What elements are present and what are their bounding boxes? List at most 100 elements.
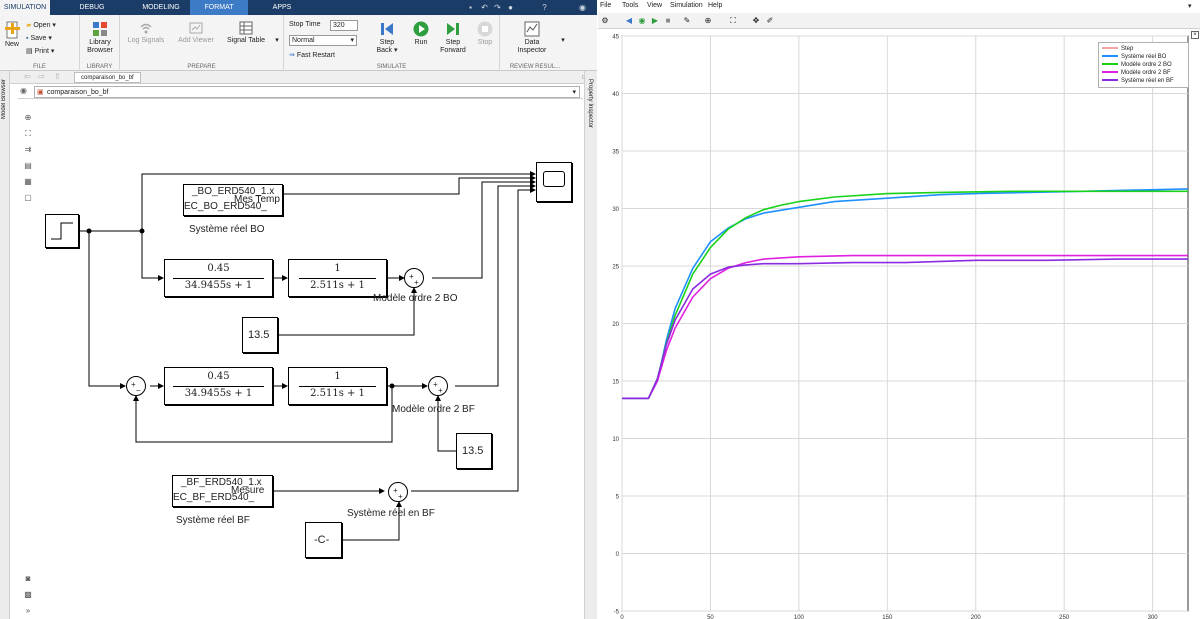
y-tick-label: 35 — [612, 150, 619, 156]
legend-label: Modèle ordre 2 BF — [1121, 70, 1171, 76]
legend-entry-modele-ordre-2-bf: Modèle ordre 2 BF — [1102, 69, 1185, 77]
step-forward-icon[interactable]: ▶ — [650, 16, 660, 26]
tf4-numerator: 1 — [334, 371, 341, 382]
from-file-bo-block[interactable]: _BO_ERD540_1.x EC_BO_ERD540_ Mes Temp — [183, 184, 283, 216]
constant-1-value: 13.5 — [248, 329, 270, 341]
x-tick-label: 300 — [1148, 615, 1159, 619]
block-diagram-lines — [79, 0, 597, 541]
menu-tools[interactable]: Tools — [622, 2, 638, 9]
from-file-bo-port-label: Mes Temp — [234, 194, 280, 205]
tf4-denominator: 2.511s + 1 — [310, 388, 365, 399]
tf4-fraction-bar — [299, 386, 376, 387]
y-tick-label: 20 — [612, 322, 619, 328]
close-legend-icon[interactable]: × — [1191, 31, 1199, 39]
style-icon[interactable]: ✐ — [765, 16, 775, 26]
transfer-fcn-bf-1[interactable]: 0.45 34.9455s + 1 — [164, 367, 273, 405]
legend-label: Système réel BO — [1121, 54, 1167, 60]
legend-label: Système réel en BF — [1121, 78, 1174, 84]
y-tick-label: 5 — [616, 495, 620, 501]
zoom-icon[interactable]: ⊕ — [703, 16, 713, 26]
highlight-icon[interactable]: ✎ — [682, 16, 692, 26]
transfer-fcn-bf-2[interactable]: 1 2.511s + 1 — [288, 367, 387, 405]
gain-constant-c-block[interactable]: -C- — [305, 522, 342, 558]
scope-icon — [543, 171, 565, 187]
legend-entry-systeme-reel-bo: Système réel BO — [1102, 53, 1185, 61]
step-icon — [51, 222, 73, 240]
scope-plot[interactable]: -50510152025303540450 50 100 150 200 250 300 — [598, 29, 1200, 619]
sum-bo-caption: Modèle ordre 2 BO — [373, 293, 458, 304]
plus-sign: + — [414, 278, 419, 287]
legend-swatch — [1102, 47, 1118, 50]
sum-bo[interactable]: + + — [404, 268, 424, 288]
transfer-fcn-bo-1[interactable]: 0.45 34.9455s + 1 — [164, 259, 273, 297]
tf1-denominator: 34.9455s + 1 — [184, 280, 253, 291]
cursor-icon[interactable]: ✥ — [751, 16, 761, 26]
constant-block-1[interactable]: 13.5 — [242, 317, 278, 353]
sum-feedback[interactable]: + − — [126, 376, 146, 396]
stop-icon[interactable]: ■ — [663, 16, 673, 26]
y-tick-label: 0 — [616, 552, 620, 558]
from-file-bo-caption: Système réel BO — [189, 224, 265, 235]
legend-swatch — [1102, 71, 1118, 74]
x-tick-label: 150 — [882, 615, 893, 619]
sum-real-bf-caption: Système réel en BF — [347, 508, 435, 519]
menu-simulation[interactable]: Simulation — [670, 2, 703, 9]
tf2-denominator: 2.511s + 1 — [310, 280, 365, 291]
collapse-icon[interactable]: ▾ — [1188, 2, 1192, 10]
scope-window: File Tools View Simulation Help ▾ ⚙ ◀ ◉ … — [598, 0, 1200, 619]
tf2-fraction-bar — [299, 278, 376, 279]
x-tick-label: 200 — [971, 615, 982, 619]
simulink-editor-window: SIMULATION DEBUG MODELING FORMAT APPS ▪ … — [0, 0, 597, 619]
menu-help[interactable]: Help — [708, 2, 722, 9]
legend-entry-systeme-reel-en-bf: Système réel en BF — [1102, 77, 1185, 85]
plus-sign: + — [393, 486, 398, 495]
scope-menu-bar: File Tools View Simulation Help ▾ — [598, 0, 1200, 13]
y-tick-label: 15 — [612, 380, 619, 386]
legend-swatch — [1102, 79, 1118, 82]
y-tick-label: 10 — [612, 437, 619, 443]
y-tick-label: 45 — [612, 35, 619, 41]
from-file-bf-caption: Système réel BF — [176, 515, 250, 526]
y-tick-label: 25 — [612, 265, 619, 271]
plus-sign: + — [398, 492, 403, 501]
tf3-denominator: 34.9455s + 1 — [184, 388, 253, 399]
run-icon[interactable]: ◉ — [637, 16, 647, 26]
scope-toolbar: ⚙ ◀ ◉ ▶ ■ ✎ ⊕ ⛶ ✥ ✐ — [598, 13, 1200, 29]
legend-swatch — [1102, 63, 1118, 66]
x-tick-label: 250 — [1059, 615, 1070, 619]
x-tick-label: 50 — [707, 615, 714, 619]
x-tick-label: 0 — [620, 615, 624, 619]
tf2-numerator: 1 — [334, 263, 341, 274]
menu-file[interactable]: File — [600, 2, 611, 9]
legend-swatch — [1102, 55, 1118, 58]
tf1-numerator: 0.45 — [207, 263, 230, 274]
scale-icon[interactable]: ⛶ — [728, 16, 738, 26]
constant-block-2[interactable]: 13.5 — [456, 433, 492, 469]
plus-sign: + — [438, 386, 443, 395]
sum-bf[interactable]: + + — [428, 376, 448, 396]
constant-c-value: -C- — [314, 534, 330, 546]
settings-icon[interactable]: ⚙ — [600, 16, 610, 26]
constant-2-value: 13.5 — [462, 445, 484, 457]
plus-sign: + — [433, 380, 438, 389]
tf1-fraction-bar — [173, 278, 264, 279]
minus-sign: − — [136, 386, 141, 395]
menu-view[interactable]: View — [647, 2, 662, 9]
x-tick-label: 100 — [794, 615, 805, 619]
step-block[interactable] — [45, 214, 79, 248]
transfer-fcn-bo-2[interactable]: 1 2.511s + 1 — [288, 259, 387, 297]
legend-entry-modele-ordre-2-bo: Modèle ordre 2 BO — [1102, 61, 1185, 69]
sum-real-bf[interactable]: + + — [388, 482, 408, 502]
y-tick-label: 30 — [612, 207, 619, 213]
from-file-bf-block[interactable]: _BF_ERD540_1.x EC_BF_ERD540_ Mesure — [172, 475, 273, 507]
scope-legend[interactable]: Step Système réel BO Modèle ordre 2 BO M… — [1098, 42, 1189, 88]
sum-bf-caption: Modèle ordre 2 BF — [392, 404, 475, 415]
legend-entry-step: Step — [1102, 45, 1185, 53]
scope-block[interactable] — [536, 162, 572, 202]
step-back-icon[interactable]: ◀ — [624, 16, 634, 26]
tf3-numerator: 0.45 — [207, 371, 230, 382]
tf3-fraction-bar — [173, 386, 264, 387]
y-tick-label: -5 — [614, 610, 620, 616]
from-file-bf-port-label: Mesure — [231, 485, 265, 496]
plus-sign: + — [131, 380, 136, 389]
